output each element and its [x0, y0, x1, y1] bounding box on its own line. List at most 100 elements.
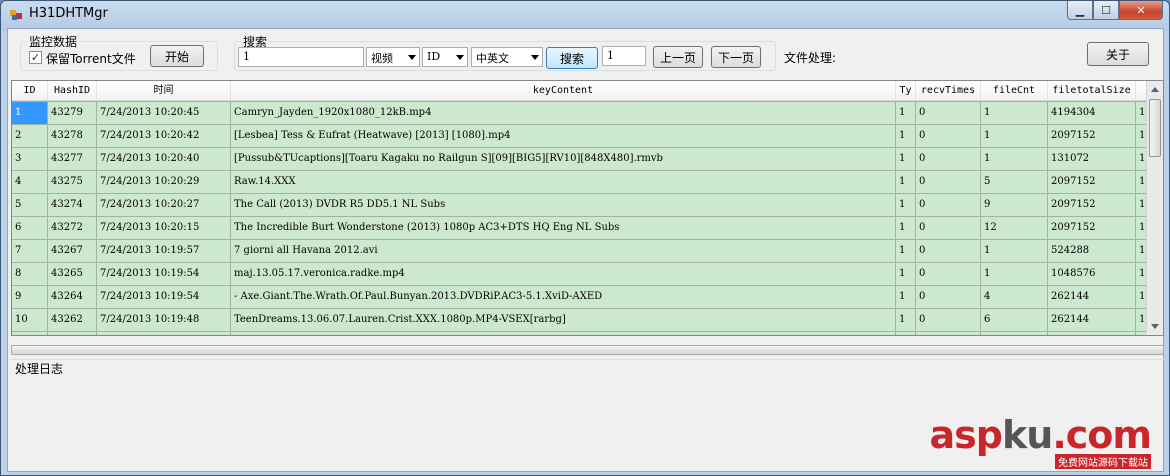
cell-hashid[interactable]: 43277: [48, 148, 97, 171]
cell-hashid[interactable]: 43275: [48, 171, 97, 194]
cell-filetotalsize[interactable]: 262144: [1048, 286, 1136, 309]
title-bar[interactable]: H31DHTMgr ▁ ☐ ✕: [1, 1, 1169, 27]
cell-type[interactable]: 1: [896, 309, 916, 332]
search-keyword-input[interactable]: 1: [238, 47, 364, 67]
cell-recvtimes[interactable]: [916, 332, 981, 335]
type-select[interactable]: 视频: [366, 47, 420, 67]
table-row[interactable]: 9 43264 7/24/2013 10:19:54- Axe.Giant.The.…: [12, 286, 1147, 309]
cell-recvtimes[interactable]: 0: [916, 102, 981, 125]
cell-time[interactable]: 7/24/2013 10:19:54: [97, 263, 231, 286]
cell-keycontent[interactable]: [Pussub&TUcaptions][Toaru Kagaku no Rail…: [231, 148, 896, 171]
cell-keycontent[interactable]: The Call (2013) DVDR R5 DD5.1 NL Subs: [231, 194, 896, 217]
cell-filecnt[interactable]: 5: [981, 171, 1048, 194]
prev-page-button[interactable]: 上一页: [653, 46, 703, 68]
next-page-button[interactable]: 下一页: [711, 46, 761, 68]
start-button[interactable]: 开始: [150, 45, 204, 67]
search-button[interactable]: 搜索: [546, 47, 598, 69]
cell-keycontent[interactable]: TeenDreams.13.06.07.Lauren.Crist.XXX.108…: [231, 309, 896, 332]
table-row[interactable]: 7 43267 7/24/2013 10:19:57 7 giorni all Hav…: [12, 240, 1147, 263]
cell-hashid[interactable]: 43267: [48, 240, 97, 263]
cell-recvtimes[interactable]: 0: [916, 309, 981, 332]
cell-id[interactable]: 9: [12, 286, 48, 309]
cell-filetotalsize[interactable]: 1048576: [1048, 263, 1136, 286]
cell-keycontent[interactable]: 7 giorni all Havana 2012.avi: [231, 240, 896, 263]
cell-filetotalsize[interactable]: 524288: [1048, 240, 1136, 263]
cell-hashid[interactable]: 43278: [48, 125, 97, 148]
cell-id[interactable]: 2: [12, 125, 48, 148]
table-row[interactable]: 5 43274 7/24/2013 10:20:27 The Call (2013) …: [12, 194, 1147, 217]
cell-keycontent[interactable]: [Lesbea] Tess & Eufrat (Heatwave) [2013]…: [231, 125, 896, 148]
column-header-id[interactable]: ID: [12, 81, 48, 101]
cell-time[interactable]: 7/24/2013 10:20:29: [97, 171, 231, 194]
cell-time[interactable]: 7/24/2013 10:19:57: [97, 240, 231, 263]
cell-recvtimes[interactable]: 0: [916, 263, 981, 286]
cell-hashid[interactable]: 43274: [48, 194, 97, 217]
column-header-filecnt[interactable]: fileCnt: [981, 81, 1048, 101]
column-header-time[interactable]: 时间: [97, 81, 231, 101]
page-number-input[interactable]: 1: [602, 46, 646, 66]
cell-id[interactable]: 1: [12, 102, 48, 125]
cell-id[interactable]: 6: [12, 217, 48, 240]
cell-filetotalsize[interactable]: 2097152: [1048, 125, 1136, 148]
cell-keycontent[interactable]: The Incredible Burt Wonderstone (2013) 1…: [231, 217, 896, 240]
column-header-recvtimes[interactable]: recvTimes: [916, 81, 981, 101]
cell-keycontent[interactable]: - Axe.Giant.The.Wrath.Of.Paul.Bunyan.201…: [231, 286, 896, 309]
cell-keycontent[interactable]: Raw.14.XXX: [231, 171, 896, 194]
cell-filecnt[interactable]: 1: [981, 263, 1048, 286]
cell-hashid[interactable]: [48, 332, 97, 335]
cell-filecnt[interactable]: [981, 332, 1048, 335]
cell-filecnt[interactable]: 1: [981, 102, 1048, 125]
cell-recvtimes[interactable]: 0: [916, 286, 981, 309]
column-header-type[interactable]: Ty: [896, 81, 916, 101]
cell-hashid[interactable]: 43265: [48, 263, 97, 286]
cell-keycontent[interactable]: maj.13.05.17.veronica.radke.mp4: [231, 263, 896, 286]
cell-recvtimes[interactable]: 0: [916, 240, 981, 263]
cell-type[interactable]: 1: [896, 194, 916, 217]
close-button[interactable]: ✕: [1119, 1, 1163, 20]
table-row[interactable]: 10 43262 7/24/2013 10:19:48 TeenDreams.13.0…: [12, 309, 1147, 332]
cell-type[interactable]: 1: [896, 171, 916, 194]
cell-id[interactable]: 3: [12, 148, 48, 171]
cell-time[interactable]: 7/24/2013 10:20:45: [97, 102, 231, 125]
column-header-filetotalsize[interactable]: filetotalSize: [1048, 81, 1136, 101]
cell-type[interactable]: 1: [896, 148, 916, 171]
cell-id[interactable]: 7: [12, 240, 48, 263]
cell-filetotalsize[interactable]: 2097152: [1048, 217, 1136, 240]
cell-time[interactable]: 7/24/2013 10:20:42: [97, 125, 231, 148]
cell-type[interactable]: 1: [896, 217, 916, 240]
table-row[interactable]: 2 43278 7/24/2013 10:20:42 [Lesbea] Tess & …: [12, 125, 1147, 148]
cell-hashid[interactable]: 43262: [48, 309, 97, 332]
keep-torrent-checkbox[interactable]: ✓: [29, 51, 42, 64]
cell-filetotalsize[interactable]: 2097152: [1048, 194, 1136, 217]
cell-time[interactable]: 7/24/2013 10:20:27: [97, 194, 231, 217]
maximize-button[interactable]: ☐: [1093, 1, 1119, 20]
cell-filetotalsize[interactable]: 131072: [1048, 148, 1136, 171]
language-select[interactable]: 中英文: [471, 47, 543, 67]
column-header-hashid[interactable]: HashID: [48, 81, 97, 101]
cell-id[interactable]: 10: [12, 309, 48, 332]
cell-filecnt[interactable]: 12: [981, 217, 1048, 240]
cell-id[interactable]: 5: [12, 194, 48, 217]
cell-filetotalsize[interactable]: 2097152: [1048, 171, 1136, 194]
cell-time[interactable]: 7/24/2013 10:19:54: [97, 286, 231, 309]
cell-filetotalsize[interactable]: [1048, 332, 1136, 335]
cell-filetotalsize[interactable]: 262144: [1048, 309, 1136, 332]
cell-time[interactable]: 7/24/2013 10:20:15: [97, 217, 231, 240]
cell-id[interactable]: [12, 332, 48, 335]
table-row[interactable]: 6 43272 7/24/2013 10:20:15 The Incredible B…: [12, 217, 1147, 240]
cell-recvtimes[interactable]: 0: [916, 171, 981, 194]
scroll-up-icon[interactable]: [1147, 81, 1163, 98]
splitter-bar[interactable]: [11, 345, 1164, 355]
cell-keycontent[interactable]: Camryn_Jayden_1920x1080_12kB.mp4: [231, 102, 896, 125]
cell-hashid[interactable]: 43272: [48, 217, 97, 240]
cell-filetotalsize[interactable]: 4194304: [1048, 102, 1136, 125]
table-row[interactable]: 4 43275 7/24/2013 10:20:29 Raw.14.XXX 1 0 5 209…: [12, 171, 1147, 194]
scroll-down-icon[interactable]: [1147, 318, 1163, 335]
cell-type[interactable]: 1: [896, 286, 916, 309]
cell-type[interactable]: 1: [896, 125, 916, 148]
cell-type[interactable]: 1: [896, 240, 916, 263]
vertical-scrollbar[interactable]: [1146, 81, 1163, 335]
table-row[interactable]: 8 43265 7/24/2013 10:19:54 maj.13.05.17.ver…: [12, 263, 1147, 286]
table-row[interactable]: [12, 332, 1147, 335]
cell-filecnt[interactable]: 4: [981, 286, 1048, 309]
